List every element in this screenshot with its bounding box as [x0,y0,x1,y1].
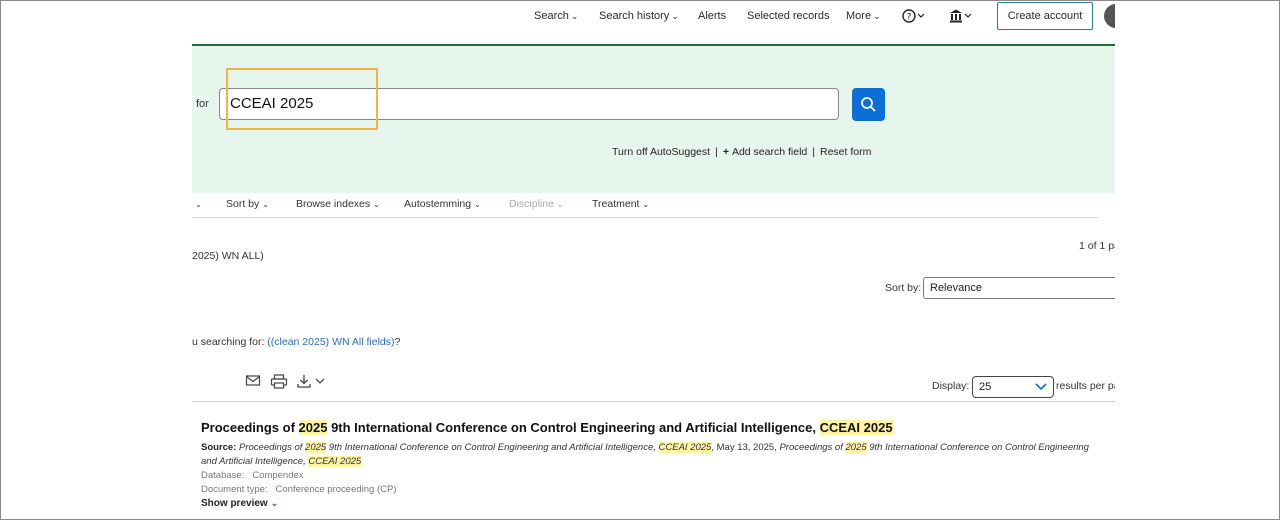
record-source: Source: Proceedings of 2025 9th Internat… [201,441,1091,469]
source-text: 9th International Conference on Control … [326,442,659,453]
title-text: 9th International Conference on Control … [327,420,820,435]
chevron-down-icon: ⌄ [570,11,579,21]
title-highlight: 2025 [298,420,328,435]
display-label: Display: [932,380,970,392]
discipline-label: Discipline [509,198,554,210]
chevron-down-icon: ⌄ [556,200,564,209]
chevron-down-icon: ⌄ [262,200,269,209]
source-highlight: CCEAI 2025 [308,456,362,467]
top-navigation: Search ⌄ Search history ⌄ Alerts Selected … [192,0,1115,44]
database-label: Database: [201,470,245,481]
record-title[interactable]: Proceedings of 2025 9th International Co… [201,420,1091,435]
browse-indexes-label: Browse indexes [296,198,371,210]
title-text: Proceedings of [201,420,299,435]
result-record: Proceedings of 2025 9th International Co… [201,420,1091,509]
record-document-type: Document type: Conference proceeding (CP) [201,483,1091,497]
print-icon[interactable] [270,374,288,389]
nav-more-label: More [846,10,872,22]
page-count: 1 of 1 pa [1079,240,1115,252]
sort-by-select[interactable]: Relevance [923,277,1115,299]
add-search-field-link[interactable]: + Add search field [723,146,807,158]
help-icon: ? [902,9,925,23]
nav-search[interactable]: Search ⌄ [534,10,578,22]
discipline-dropdown: Discipline ⌄ [509,198,564,210]
chevron-down-icon: ⌄ [270,498,279,508]
svg-text:?: ? [907,13,912,23]
results-per-page-label: results per pa [1056,380,1115,392]
sort-by-label: Sort by: [885,282,922,294]
turn-off-autosuggest-link[interactable]: Turn off AutoSuggest [612,146,710,158]
document-type-value: Conference proceeding (CP) [275,484,397,495]
did-you-mean-prefix: u searching for: [192,336,265,348]
treatment-label: Treatment [592,198,640,210]
autostemming-label: Autostemming [404,198,472,210]
nav-more[interactable]: More ⌄ [846,10,881,22]
nav-search-history-label: Search history [599,10,670,22]
title-highlight: CCEAI 2025 [819,420,893,435]
autostemming-dropdown[interactable]: Autostemming ⌄ [404,198,481,210]
did-you-mean: u searching for: ((clean 2025) WN All fi… [192,336,400,348]
document-type-label: Document type: [201,484,268,495]
nav-search-history[interactable]: Search history ⌄ [599,10,679,22]
source-text: Proceedings of [779,442,846,453]
search-query-text: 2025) WN ALL) [192,250,264,262]
download-icon[interactable] [296,374,328,389]
search-form-links: Turn off AutoSuggest | + Add search field | R… [612,146,871,158]
sort-by-value: Relevance [930,282,982,294]
chevron-down-icon: ⌄ [474,200,481,209]
chevron-down-icon: ⌄ [642,200,650,209]
search-input[interactable]: CCEAI 2025 [219,88,839,120]
chevron-down-icon: ⌄ [195,200,202,209]
divider [192,401,1115,402]
chevron-down-icon: ⌄ [873,11,881,21]
email-icon[interactable] [245,374,261,388]
separator: | [715,146,718,158]
institution-icon [950,9,972,23]
browse-indexes-dropdown[interactable]: Browse indexes ⌄ [296,198,380,210]
nav-search-label: Search [534,10,569,22]
nav-alerts[interactable]: Alerts [698,10,726,22]
create-account-button[interactable]: Create account [997,2,1093,30]
sort-by-dropdown[interactable]: Sort by ⌄ [226,198,269,210]
did-you-mean-link[interactable]: ((clean 2025) WN All fields) [267,336,394,348]
database-value: Compendex [252,470,304,481]
page-viewport: Search ⌄ Search history ⌄ Alerts Selected … [192,0,1115,520]
results-per-page-select[interactable]: 25 [972,376,1054,398]
source-text: Proceedings of [239,442,306,453]
nav-selected-records[interactable]: Selected records [747,10,830,22]
source-highlight: 2025 [305,442,327,453]
show-preview-toggle[interactable]: Show preview ⌄ [201,498,1091,509]
search-icon [861,97,876,112]
avatar[interactable] [1104,4,1115,28]
for-label: for [196,98,209,110]
source-highlight: 2025 [845,442,867,453]
chevron-down-icon [1035,383,1047,391]
chevron-down-icon: ⌄ [373,200,380,209]
show-preview-label: Show preview [201,498,268,509]
reset-form-link[interactable]: Reset form [820,146,871,158]
source-label: Source: [201,442,237,453]
did-you-mean-suffix: ? [394,336,401,348]
source-date: , May 13, 2025, [711,442,780,453]
record-database: Database: Compendex [201,469,1091,483]
chevron-down-icon: ⌄ [671,11,679,21]
separator: | [812,146,815,158]
plus-icon: + [722,146,729,158]
sort-by-label: Sort by [226,198,260,210]
toolbar-collapsed-dropdown[interactable]: ⌄ [192,198,202,210]
institution-menu[interactable] [949,8,975,27]
treatment-dropdown[interactable]: Treatment ⌄ [592,198,649,210]
source-highlight: CCEAI 2025 [658,442,712,453]
search-button[interactable] [852,88,885,121]
search-panel: for CCEAI 2025 Turn off AutoSuggest | + Add… [192,44,1115,193]
search-options-toolbar: ⌄ Sort by ⌄ Browse indexes ⌄ Autostemming ⌄… [192,191,1098,218]
results-per-page-value: 25 [979,381,992,393]
help-menu[interactable]: ? [902,8,928,27]
add-search-field-label: Add search field [731,146,808,158]
